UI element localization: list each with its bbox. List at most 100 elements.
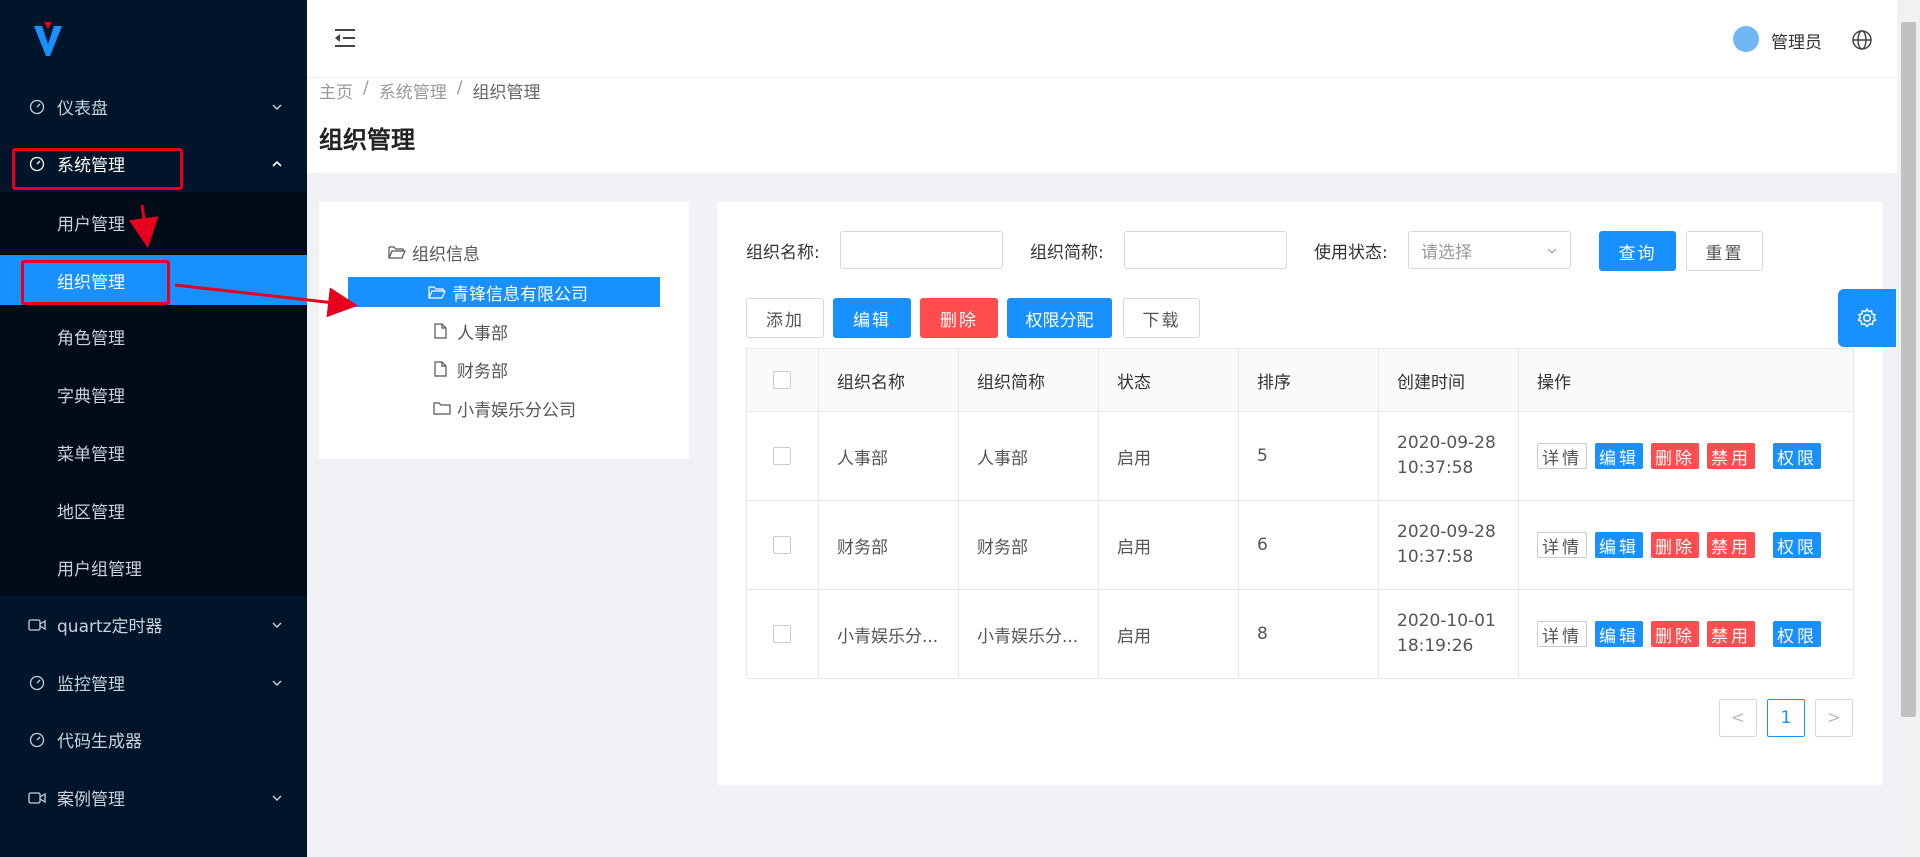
table-row: 人事部 人事部 启用 5 2020-09-28 10:37:58 详情 编辑 删…: [747, 412, 1853, 501]
sidebar-item-user-groups[interactable]: 用户组管理: [0, 542, 307, 592]
detail-button[interactable]: 详情: [1537, 532, 1587, 558]
cell-created: 2020-09-28 10:37:58: [1379, 412, 1519, 500]
annotation-box-system: [12, 148, 183, 190]
row-permission-button[interactable]: 权限: [1773, 532, 1821, 558]
sidebar-item-menus[interactable]: 菜单管理: [0, 427, 307, 477]
pagination-page[interactable]: 1: [1767, 699, 1805, 737]
row-disable-button[interactable]: 禁用: [1707, 621, 1755, 647]
page-header: 主页 / 系统管理 / 组织管理 组织管理: [307, 78, 1897, 173]
cell-status: 启用: [1099, 412, 1239, 500]
reset-button[interactable]: 重置: [1686, 231, 1763, 271]
breadcrumb: 主页 / 系统管理 / 组织管理: [319, 78, 540, 103]
menu-fold-icon[interactable]: [333, 27, 357, 49]
globe-icon[interactable]: [1851, 29, 1873, 51]
cell-status: 启用: [1099, 501, 1239, 589]
cell-order: 8: [1239, 590, 1379, 678]
cell-created: 2020-09-28 10:37:58: [1379, 501, 1519, 589]
org-short-label: 组织简称:: [1030, 243, 1104, 263]
row-delete-button[interactable]: 删除: [1651, 621, 1699, 647]
cell-actions: 详情 编辑 删除 禁用 权限: [1519, 590, 1853, 678]
chevron-down-icon: [271, 101, 283, 113]
file-icon: [433, 361, 451, 377]
row-checkbox[interactable]: [773, 536, 791, 554]
menu-monitoring[interactable]: 监控管理: [0, 654, 307, 711]
scrollbar-thumb[interactable]: [1901, 22, 1916, 717]
tree-node-root[interactable]: 组织信息: [388, 237, 480, 267]
menu-cases[interactable]: 案例管理: [0, 769, 307, 826]
status-select[interactable]: 请选择: [1408, 231, 1571, 269]
sidebar-item-users[interactable]: 用户管理: [0, 197, 307, 247]
tree-node-label: 青锋信息有限公司: [452, 284, 588, 305]
row-edit-button[interactable]: 编辑: [1595, 443, 1643, 469]
row-permission-button[interactable]: 权限: [1773, 621, 1821, 647]
delete-button[interactable]: 删除: [920, 298, 998, 338]
tree-node-company[interactable]: 青锋信息有限公司: [348, 277, 660, 307]
menu-label: 监控管理: [57, 675, 125, 695]
row-disable-button[interactable]: 禁用: [1707, 532, 1755, 558]
row-delete-button[interactable]: 删除: [1651, 532, 1699, 558]
query-button[interactable]: 查询: [1599, 231, 1676, 271]
org-name-input[interactable]: [840, 231, 1003, 269]
menu-quartz[interactable]: quartz定时器: [0, 596, 307, 653]
sidebar-item-roles[interactable]: 角色管理: [0, 311, 307, 361]
row-delete-button[interactable]: 删除: [1651, 443, 1699, 469]
tree-node-label: 人事部: [457, 323, 508, 344]
status-label: 使用状态:: [1314, 243, 1388, 263]
cell-created-time: 18:19:26: [1397, 636, 1474, 656]
cell-created: 2020-10-01 18:19:26: [1379, 590, 1519, 678]
table-row: 财务部 财务部 启用 6 2020-09-28 10:37:58 详情 编辑 删…: [747, 501, 1853, 590]
breadcrumb-home[interactable]: 主页: [319, 78, 353, 103]
pagination-next[interactable]: >: [1815, 699, 1853, 737]
row-permission-button[interactable]: 权限: [1773, 443, 1821, 469]
row-disable-button[interactable]: 禁用: [1707, 443, 1755, 469]
chevron-down-icon: [271, 792, 283, 804]
row-checkbox[interactable]: [773, 447, 791, 465]
select-all-checkbox[interactable]: [773, 371, 791, 389]
menu-code-generator[interactable]: 代码生成器: [0, 711, 307, 768]
cell-short: 人事部: [959, 412, 1099, 500]
row-edit-button[interactable]: 编辑: [1595, 621, 1643, 647]
tree-node-label: 组织信息: [412, 244, 480, 265]
app-logo[interactable]: [30, 20, 66, 60]
page-scrollbar[interactable]: [1897, 0, 1920, 857]
status-select-placeholder: 请选择: [1421, 242, 1472, 263]
sidebar-item-dictionary[interactable]: 字典管理: [0, 369, 307, 419]
menu-dashboard[interactable]: 仪表盘: [0, 78, 307, 135]
row-edit-button[interactable]: 编辑: [1595, 532, 1643, 558]
breadcrumb-system[interactable]: 系统管理: [379, 78, 447, 103]
video-icon: [28, 616, 46, 634]
org-short-input[interactable]: [1124, 231, 1287, 269]
tree-node-entertainment[interactable]: 小青娱乐分公司: [433, 393, 576, 423]
detail-button[interactable]: 详情: [1537, 621, 1587, 647]
cell-created-date: 2020-10-01: [1397, 611, 1496, 631]
add-button[interactable]: 添加: [746, 298, 824, 338]
tree-node-finance[interactable]: 财务部: [433, 354, 508, 384]
submenu-label: 角色管理: [57, 328, 125, 349]
tree-node-hr[interactable]: 人事部: [433, 316, 508, 346]
row-checkbox-cell: [747, 590, 819, 678]
edit-button[interactable]: 编辑: [833, 298, 911, 338]
column-header: 排序: [1239, 349, 1379, 411]
detail-button[interactable]: 详情: [1537, 443, 1587, 469]
dashboard-icon: [28, 98, 46, 116]
top-header: 管理员: [307, 0, 1897, 78]
avatar[interactable]: [1733, 26, 1759, 52]
table-header: 组织名称 组织简称 状态 排序 创建时间 操作: [747, 349, 1853, 412]
row-checkbox[interactable]: [773, 625, 791, 643]
user-name[interactable]: 管理员: [1771, 28, 1822, 53]
page-title: 组织管理: [319, 126, 415, 154]
tree-node-label: 小青娱乐分公司: [457, 400, 576, 421]
cell-created-time: 10:37:58: [1397, 458, 1474, 478]
folder-icon: [433, 400, 451, 416]
org-name-label: 组织名称:: [746, 243, 820, 263]
breadcrumb-current: 组织管理: [472, 83, 541, 103]
download-button[interactable]: 下载: [1123, 298, 1200, 338]
column-header: 操作: [1537, 372, 1571, 393]
menu-label: 代码生成器: [57, 732, 142, 752]
submenu-label: 地区管理: [57, 502, 125, 523]
pagination-prev[interactable]: <: [1719, 699, 1757, 737]
cell-order: 6: [1239, 501, 1379, 589]
permission-button[interactable]: 权限分配: [1007, 298, 1112, 338]
sidebar-item-regions[interactable]: 地区管理: [0, 485, 307, 535]
settings-button[interactable]: [1838, 289, 1896, 347]
